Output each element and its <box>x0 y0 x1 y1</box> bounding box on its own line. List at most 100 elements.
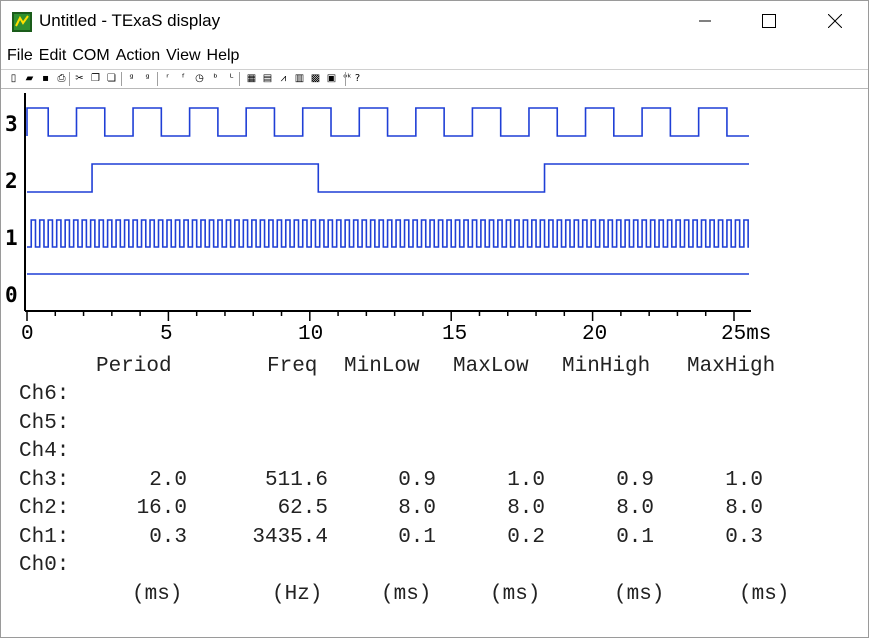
paste-icon[interactable]: ❏ <box>105 72 118 85</box>
table-cell: 8.0 <box>616 497 654 520</box>
x-tick-label: 25ms <box>721 323 772 346</box>
help-icon[interactable]: ? <box>351 72 364 85</box>
row-label: Ch5: <box>19 411 70 435</box>
toolbar-separator <box>157 72 158 86</box>
x-tick-label: 5 <box>160 323 173 346</box>
texas-app-icon <box>12 12 32 32</box>
menu-action[interactable]: Action <box>113 44 163 68</box>
table-row: Ch1: 0.3 3435.4 0.1 0.2 0.1 0.3 <box>1 526 801 554</box>
unit-maxhigh: (ms) <box>739 583 790 606</box>
menu-edit[interactable]: Edit <box>36 44 70 68</box>
open-folder-icon[interactable]: ▰ <box>23 72 36 85</box>
channel-label-1: 1 <box>5 226 18 250</box>
menu-view[interactable]: View <box>163 44 203 68</box>
table-header-row: Period Freq MinLow MaxLow MinHigh MaxHig… <box>1 355 775 383</box>
table-cell: 0.3 <box>725 525 763 549</box>
table-cell: 0.1 <box>398 525 436 549</box>
logic-icon[interactable]: ▤ <box>261 72 274 85</box>
trigger-both-icon[interactable]: ᵇ <box>209 72 222 85</box>
clock-icon[interactable]: ◷ <box>193 72 206 85</box>
x-tick-label: 15 <box>442 323 468 346</box>
print-icon[interactable]: ⎙ <box>55 72 68 85</box>
table-row: Ch2: 16.0 62.5 8.0 8.0 8.0 8.0 <box>1 497 801 525</box>
channel-3-waveform <box>26 107 749 137</box>
table-row: Ch6: <box>1 383 801 411</box>
menu-help[interactable]: Help <box>204 44 243 68</box>
table-cell: 0.9 <box>398 468 436 492</box>
table-row: Ch4: <box>1 440 801 468</box>
channel-2-waveform <box>27 163 749 193</box>
units-row: (ms) (Hz) (ms) (ms) (ms) (ms) <box>1 583 789 611</box>
x-tick-label: 10 <box>298 323 324 346</box>
toolbar-separator <box>121 72 122 86</box>
row-label: Ch3: <box>19 468 70 492</box>
row-label: Ch0: <box>19 554 70 577</box>
unit-minhigh: (ms) <box>614 583 665 606</box>
trigger-rise-icon[interactable]: ʳ <box>161 72 174 85</box>
row-label: Ch2: <box>19 497 70 520</box>
toolbar-separator <box>69 72 70 86</box>
table-cell: 511.6 <box>264 468 328 492</box>
save-icon[interactable]: ▪ <box>39 72 52 85</box>
header-maxhigh: MaxHigh <box>687 355 776 378</box>
unit-minlow: (ms) <box>381 583 432 606</box>
menu-file[interactable]: File <box>1 44 36 68</box>
table-row: Ch5: <box>1 412 801 440</box>
x-tick-label: 0 <box>21 323 34 346</box>
table-row: Ch3: 2.0 511.6 0.9 1.0 0.9 1.0 <box>1 469 801 497</box>
grab-repeat-icon[interactable]: ᵍ <box>141 72 154 85</box>
channel-label-0: 0 <box>5 283 18 307</box>
unit-period: (ms) <box>132 583 183 606</box>
channel-1-waveform <box>27 219 749 248</box>
menu-bar: File Edit COM Action View Help <box>1 44 242 68</box>
header-period: Period <box>96 355 172 378</box>
table-cell: 8.0 <box>398 497 436 520</box>
trigger-level-icon[interactable]: ᴸ <box>225 72 238 85</box>
cut-icon[interactable]: ✂ <box>73 72 86 85</box>
toolbar-separator <box>239 72 240 86</box>
table-cell: 0.9 <box>616 468 654 492</box>
grab-icon[interactable]: ᵍ <box>125 72 138 85</box>
maximize-icon <box>762 14 776 28</box>
table-cell: 1.0 <box>507 468 545 492</box>
scope-icon[interactable]: ▦ <box>245 72 258 85</box>
table-cell: 0.2 <box>507 525 545 549</box>
table-cell: 2.0 <box>149 468 187 492</box>
menu-com[interactable]: COM <box>69 44 112 68</box>
channel-label-2: 2 <box>5 169 18 193</box>
stats-icon[interactable]: ▩ <box>309 72 322 85</box>
channel-label-3: 3 <box>5 112 18 136</box>
histogram-icon[interactable]: ▥ <box>293 72 306 85</box>
minimize-icon <box>699 20 711 22</box>
trigger-fall-icon[interactable]: ᶠ <box>177 72 190 85</box>
table-cell: 0.1 <box>616 525 654 549</box>
table-row: Ch0: <box>1 554 801 582</box>
window-title: Untitled - TExaS display <box>39 11 221 30</box>
unit-freq: (Hz) <box>272 583 323 606</box>
app-window: Untitled - TExaS display File Edit COM A… <box>0 0 869 638</box>
table-cell: 16.0 <box>136 497 187 520</box>
row-label: Ch1: <box>19 525 70 549</box>
maximize-button[interactable] <box>737 1 801 41</box>
header-minlow: MinLow <box>344 355 420 378</box>
table-cell: 0.3 <box>149 525 187 549</box>
table-cell: 1.0 <box>725 468 763 492</box>
table-cell: 3435.4 <box>252 525 328 549</box>
row-label: Ch6: <box>19 383 70 406</box>
waveform-plot: 3 2 1 0 0 5 10 15 20 25ms <box>1 89 868 349</box>
x-tick-label: 20 <box>582 323 608 346</box>
table-cell: 8.0 <box>725 497 763 520</box>
table-cell: 62.5 <box>277 497 328 520</box>
header-maxlow: MaxLow <box>453 355 529 378</box>
unit-maxlow: (ms) <box>490 583 541 606</box>
new-file-icon[interactable]: ▯ <box>7 72 20 85</box>
header-freq: Freq <box>267 355 318 378</box>
toolbar-separator <box>345 72 346 86</box>
spectrum-icon[interactable]: ⩘ <box>277 72 290 85</box>
title-bar: Untitled - TExaS display <box>1 1 868 41</box>
waveform-canvas <box>24 93 751 321</box>
minimize-button[interactable] <box>673 1 737 41</box>
close-button[interactable] <box>803 1 867 41</box>
copy-icon[interactable]: ❐ <box>89 72 102 85</box>
digital-icon[interactable]: ▣ <box>325 72 338 85</box>
